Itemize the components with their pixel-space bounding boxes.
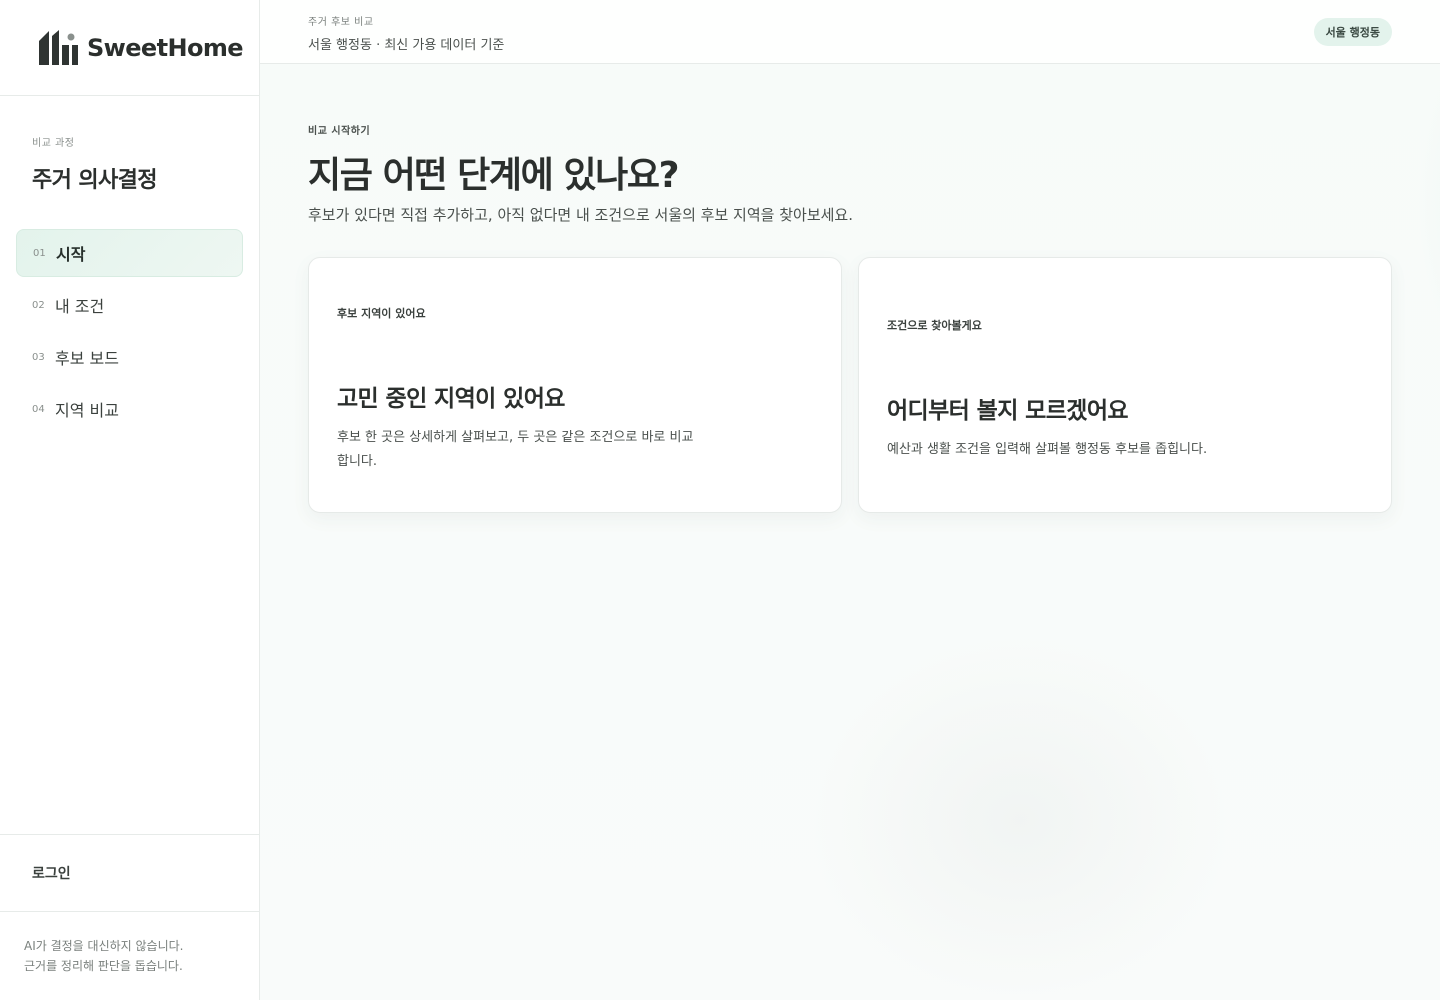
house-bars-icon — [39, 29, 78, 65]
logo[interactable]: SweetHome — [0, 0, 259, 96]
brand-name: SweetHome — [87, 33, 244, 62]
login-row: 로그인 — [0, 834, 259, 912]
nav-step-label: 내 조건 — [55, 297, 105, 316]
disclaimer-line: 근거를 정리해 판단을 돕습니다. — [24, 959, 183, 973]
login-button[interactable]: 로그인 — [32, 863, 71, 883]
page-description: 후보가 있다면 직접 추가하고, 아직 없다면 내 조건으로 서울의 후보 지역… — [308, 206, 853, 224]
region-badge[interactable]: 서울 행정동 — [1313, 18, 1392, 46]
process-label: 비교 과정 — [32, 138, 75, 149]
topbar-subtitle: 서울 행정동 · 최신 가용 데이터 기준 — [308, 38, 505, 53]
page-title: 지금 어떤 단계에 있나요? — [308, 155, 679, 196]
card-title: 어디부터 볼지 모르겠어요 — [887, 398, 1129, 424]
option-card-have-candidates[interactable]: 후보 지역이 있어요 고민 중인 지역이 있어요 후보 한 곳은 상세하게 살펴… — [308, 257, 842, 513]
nav-item-start[interactable]: 01 시작 — [16, 229, 243, 277]
nav-item-candidate-board[interactable]: 03 후보 보드 — [16, 333, 243, 381]
card-description: 후보 한 곳은 상세하게 살펴보고, 두 곳은 같은 조건으로 바로 비교 합니… — [337, 426, 737, 474]
card-description-line: 후보 한 곳은 상세하게 살펴보고, 두 곳은 같은 조건으로 바로 비교 — [337, 430, 694, 445]
main-content: 주거 후보 비교 서울 행정동 · 최신 가용 데이터 기준 서울 행정동 비교… — [260, 0, 1440, 1000]
nav-step-label: 지역 비교 — [55, 401, 119, 420]
disclaimer-line: AI가 결정을 대신하지 않습니다. — [24, 939, 184, 953]
card-eyebrow: 후보 지역이 있어요 — [337, 307, 426, 320]
nav-step-number: 04 — [32, 403, 45, 415]
nav-step-number: 03 — [32, 351, 45, 363]
topbar: 주거 후보 비교 서울 행정동 · 최신 가용 데이터 기준 서울 행정동 — [260, 0, 1440, 64]
card-eyebrow: 조건으로 찾아볼게요 — [887, 319, 982, 332]
process-title: 주거 의사결정 — [32, 168, 158, 193]
nav-step-label: 시작 — [56, 245, 86, 264]
section-eyebrow: 비교 시작하기 — [308, 126, 371, 137]
nav-step-label: 후보 보드 — [55, 349, 119, 368]
app-root: SweetHome 비교 과정 주거 의사결정 01 시작 02 내 조건 03… — [0, 0, 1440, 1000]
disclaimer: AI가 결정을 대신하지 않습니다. 근거를 정리해 판단을 돕습니다. — [24, 936, 184, 976]
nav-step-number: 01 — [33, 247, 46, 259]
option-card-find-by-conditions[interactable]: 조건으로 찾아볼게요 어디부터 볼지 모르겠어요 예산과 생활 조건을 입력해 … — [858, 257, 1392, 513]
card-description-line: 합니다. — [337, 454, 378, 469]
card-description-line: 예산과 생활 조건을 입력해 살펴볼 행정동 후보를 좁힙니다. — [887, 442, 1208, 457]
nav-item-region-compare[interactable]: 04 지역 비교 — [16, 385, 243, 433]
step-nav: 01 시작 02 내 조건 03 후보 보드 04 지역 비교 — [16, 229, 243, 437]
nav-step-number: 02 — [32, 299, 45, 311]
sidebar: SweetHome 비교 과정 주거 의사결정 01 시작 02 내 조건 03… — [0, 0, 260, 1000]
nav-item-my-conditions[interactable]: 02 내 조건 — [16, 281, 243, 329]
card-title: 고민 중인 지역이 있어요 — [337, 386, 565, 412]
card-description: 예산과 생활 조건을 입력해 살펴볼 행정동 후보를 좁힙니다. — [887, 438, 1347, 462]
topbar-eyebrow: 주거 후보 비교 — [308, 17, 374, 28]
